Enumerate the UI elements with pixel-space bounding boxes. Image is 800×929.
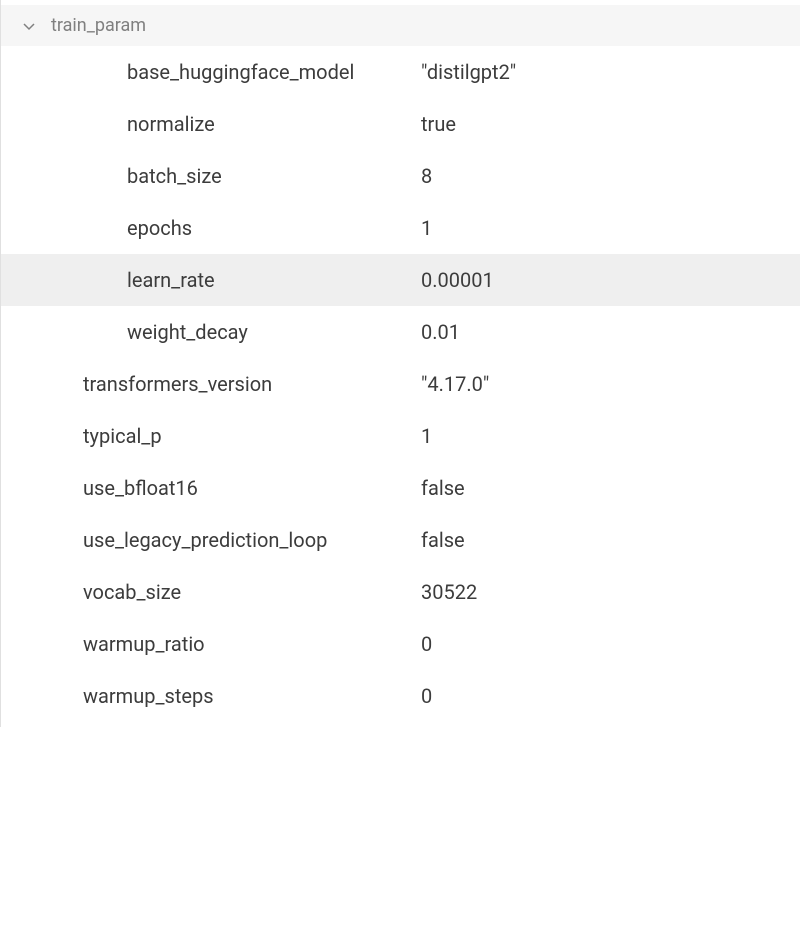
param-key: use_bfloat16	[1, 476, 421, 500]
param-value: false	[421, 476, 800, 500]
param-key: use_legacy_prediction_loop	[1, 528, 421, 552]
param-row[interactable]: weight_decay0.01	[1, 306, 800, 358]
param-value: 1	[421, 216, 800, 240]
param-key: epochs	[1, 216, 421, 240]
param-value: false	[421, 528, 800, 552]
param-key: learn_rate	[1, 268, 421, 292]
param-key: warmup_ratio	[1, 632, 421, 656]
param-key: typical_p	[1, 424, 421, 448]
param-row[interactable]: typical_p1	[1, 410, 800, 462]
param-row[interactable]: transformers_version"4.17.0"	[1, 358, 800, 410]
group-header-train-param[interactable]: train_param	[1, 5, 800, 46]
param-key: transformers_version	[1, 372, 421, 396]
param-value: 0.01	[421, 320, 800, 344]
param-row[interactable]: base_huggingface_model"distilgpt2"	[1, 46, 800, 98]
param-row[interactable]: epochs1	[1, 202, 800, 254]
param-row[interactable]: normalizetrue	[1, 98, 800, 150]
param-row[interactable]: vocab_size30522	[1, 566, 800, 618]
param-value: 8	[421, 164, 800, 188]
param-key: vocab_size	[1, 580, 421, 604]
param-value: 0.00001	[421, 268, 800, 292]
param-row[interactable]: use_bfloat16false	[1, 462, 800, 514]
param-key: batch_size	[1, 164, 421, 188]
chevron-down-icon	[21, 18, 37, 34]
param-key: warmup_steps	[1, 684, 421, 708]
param-row[interactable]: batch_size8	[1, 150, 800, 202]
params-panel: train_param base_huggingface_model"disti…	[0, 0, 800, 727]
param-value: 0	[421, 684, 800, 708]
param-value: "distilgpt2"	[421, 60, 800, 84]
param-value: 30522	[421, 580, 800, 604]
param-row[interactable]: learn_rate0.00001	[1, 254, 800, 306]
param-row[interactable]: use_legacy_prediction_loopfalse	[1, 514, 800, 566]
param-value: 1	[421, 424, 800, 448]
param-value: true	[421, 112, 800, 136]
param-value: 0	[421, 632, 800, 656]
group-title: train_param	[51, 15, 146, 36]
param-key: base_huggingface_model	[1, 60, 421, 84]
param-row[interactable]: warmup_ratio0	[1, 618, 800, 670]
param-key: weight_decay	[1, 320, 421, 344]
param-row[interactable]: warmup_steps0	[1, 670, 800, 722]
param-value: "4.17.0"	[421, 372, 800, 396]
rows-container: base_huggingface_model"distilgpt2"normal…	[1, 46, 800, 722]
param-key: normalize	[1, 112, 421, 136]
